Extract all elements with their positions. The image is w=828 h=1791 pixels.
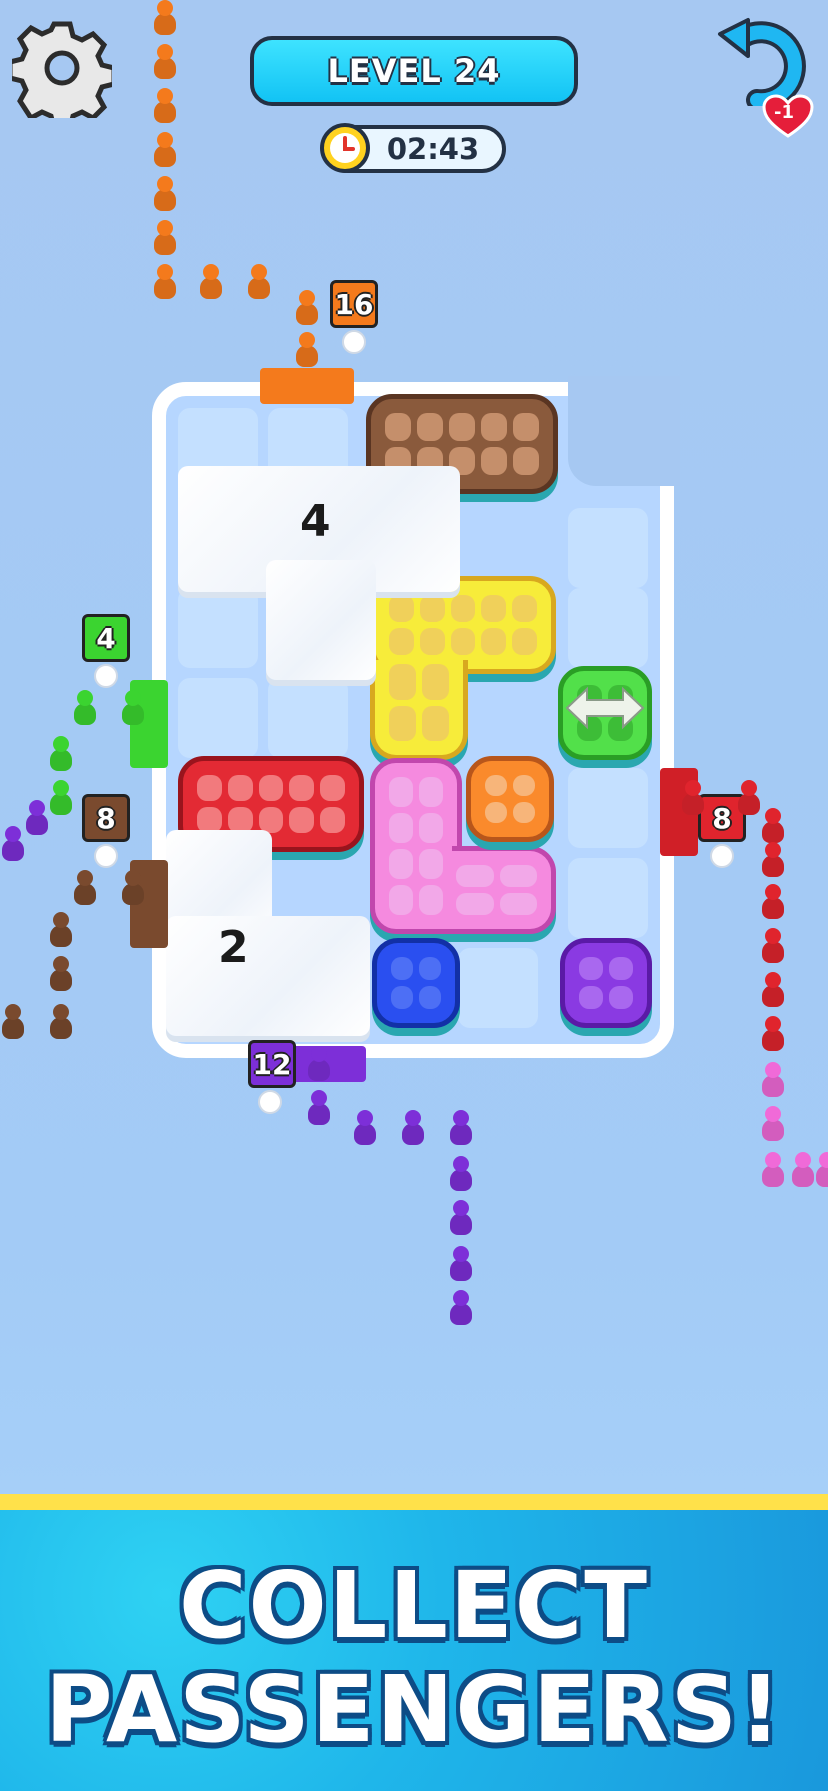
pin-brown: [94, 844, 118, 868]
passenger-orange: [152, 0, 178, 38]
pin-green: [94, 664, 118, 688]
passenger-purple: [0, 826, 26, 864]
counter-green: 4: [82, 614, 130, 662]
passenger-orange: [152, 88, 178, 126]
counter-brown: 8: [82, 794, 130, 842]
passenger-red: [760, 1016, 786, 1054]
vehicle-purple[interactable]: [560, 938, 652, 1028]
passenger-red: [760, 884, 786, 922]
undo-button[interactable]: -1: [712, 16, 822, 138]
passenger-brown: [0, 1004, 26, 1042]
timer-value: 02:43: [386, 132, 480, 166]
pin-purple: [258, 1090, 282, 1114]
vehicle-orange[interactable]: [466, 756, 554, 842]
passenger-purple: [448, 1246, 474, 1284]
passenger-orange: [152, 176, 178, 214]
passenger-brown: [120, 870, 146, 908]
passenger-green: [72, 690, 98, 728]
vehicle-blue[interactable]: [372, 938, 460, 1028]
passenger-orange: [152, 264, 178, 302]
passenger-brown: [48, 956, 74, 994]
banner-line-1: COLLECT: [178, 1552, 650, 1659]
passenger-red: [680, 780, 706, 818]
passenger-red: [760, 808, 786, 846]
passenger-pink: [760, 1062, 786, 1100]
frozen-block-bottom-count: 2: [218, 922, 249, 973]
passenger-red: [760, 972, 786, 1010]
passenger-orange: [198, 264, 224, 302]
frozen-block-top-stem: [266, 560, 376, 680]
level-label: LEVEL 24: [327, 52, 501, 90]
passenger-brown: [48, 1004, 74, 1042]
passenger-purple: [448, 1156, 474, 1194]
passenger-purple: [306, 1046, 332, 1084]
frozen-block-top-count: 4: [300, 496, 331, 547]
undo-arrow-icon: [718, 18, 806, 112]
passenger-orange: [294, 290, 320, 328]
banner-edge: [0, 1494, 828, 1510]
banner-line-2: PASSENGERS!: [45, 1656, 783, 1763]
passenger-purple: [400, 1110, 426, 1148]
passenger-orange: [246, 264, 272, 302]
passenger-purple: [448, 1200, 474, 1238]
lives-change: -1: [774, 102, 794, 123]
clock-icon: [318, 121, 372, 175]
level-indicator: LEVEL 24: [250, 36, 578, 106]
frozen-block-bottom-base: [166, 916, 370, 1036]
passenger-pink: [790, 1152, 816, 1190]
passenger-red: [760, 928, 786, 966]
counter-orange: 16: [330, 280, 378, 328]
pin-red: [710, 844, 734, 868]
passenger-orange: [152, 44, 178, 82]
passenger-purple: [352, 1110, 378, 1148]
lives-badge: -1: [762, 94, 814, 138]
passenger-orange: [152, 132, 178, 170]
gear-icon: [7, 21, 117, 131]
passenger-brown: [48, 912, 74, 950]
vehicle-green[interactable]: [558, 666, 652, 760]
passenger-purple: [448, 1290, 474, 1328]
passenger-brown: [72, 870, 98, 908]
vehicle-pink-arm[interactable]: [452, 846, 556, 934]
passenger-purple: [24, 800, 50, 838]
passenger-pink: [814, 1152, 828, 1190]
passenger-green: [48, 780, 74, 818]
passenger-orange: [152, 220, 178, 258]
vehicle-pink[interactable]: [370, 758, 462, 934]
double-arrow-icon: [565, 686, 645, 730]
gate-orange: [260, 368, 354, 404]
passenger-purple: [306, 1090, 332, 1128]
passenger-pink: [760, 1106, 786, 1144]
passenger-pink: [760, 1152, 786, 1190]
passenger-red: [736, 780, 762, 818]
counter-purple: 12: [248, 1040, 296, 1088]
settings-button[interactable]: [7, 18, 117, 131]
passenger-green: [120, 690, 146, 728]
passenger-orange: [294, 332, 320, 370]
vehicle-yellow-leg[interactable]: [370, 660, 468, 760]
passenger-purple: [448, 1110, 474, 1148]
pin-orange: [342, 330, 366, 354]
passenger-red: [760, 842, 786, 880]
promo-banner: COLLECT PASSENGERS!: [0, 1510, 828, 1791]
passenger-green: [48, 736, 74, 774]
